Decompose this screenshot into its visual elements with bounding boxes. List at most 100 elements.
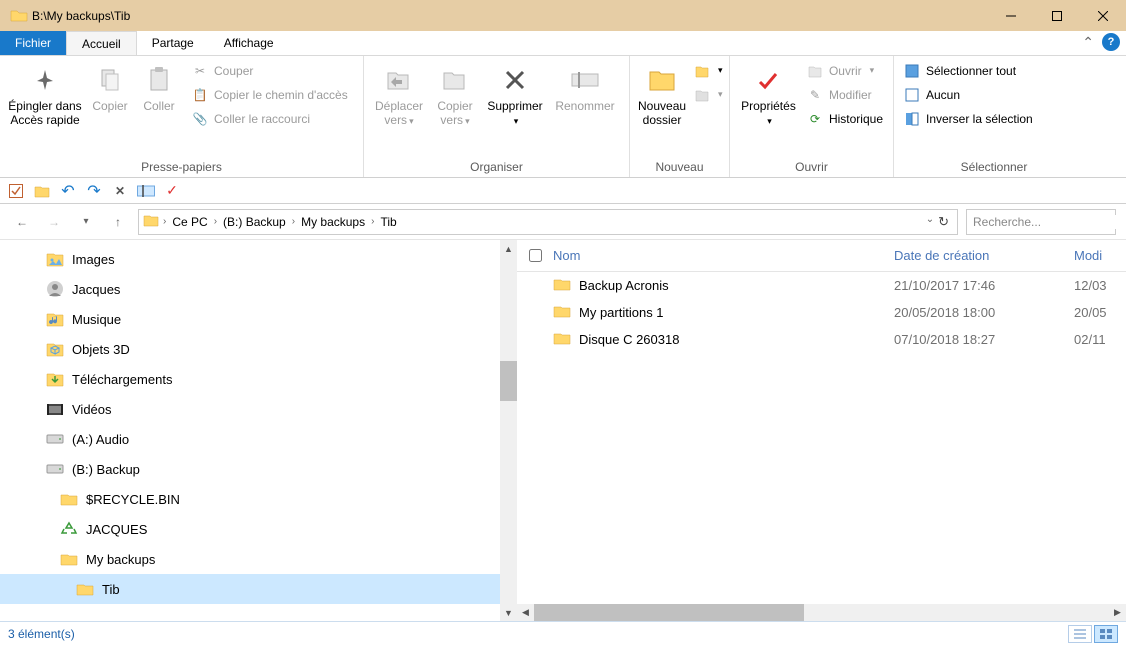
scroll-left-icon[interactable]: ◀ <box>517 604 534 621</box>
history-icon: ⟳ <box>807 111 823 127</box>
breadcrumb-item[interactable]: (B:) Backup <box>221 215 288 229</box>
file-row[interactable]: My partitions 120/05/2018 18:0020/05 <box>517 299 1126 326</box>
folder-icon[interactable] <box>32 181 52 201</box>
paste-shortcut-icon: 📎 <box>192 111 208 127</box>
breadcrumb-item[interactable]: My backups <box>299 215 367 229</box>
scroll-up-icon[interactable]: ▲ <box>500 240 517 257</box>
search-input[interactable] <box>973 215 1126 229</box>
column-name[interactable]: Nom <box>553 248 894 263</box>
vertical-scrollbar[interactable]: ▲ ▼ <box>500 240 517 621</box>
refresh-icon[interactable]: ↻ <box>938 214 949 230</box>
breadcrumb-item[interactable]: Tib <box>378 215 398 229</box>
redo-icon[interactable]: ↷ <box>84 181 104 201</box>
up-button[interactable]: ↑ <box>106 210 130 234</box>
tree-item[interactable]: (A:) Audio <box>0 424 517 454</box>
history-button[interactable]: ⟳Historique <box>803 107 887 130</box>
select-none-button[interactable]: Aucun <box>900 83 1037 106</box>
address-bar[interactable]: › Ce PC › (B:) Backup › My backups › Tib… <box>138 209 958 235</box>
tree-item[interactable]: Images <box>0 244 517 274</box>
delete-icon[interactable]: ✕ <box>110 181 130 201</box>
recent-dropdown[interactable]: ▾ <box>74 210 98 234</box>
paste-icon <box>147 66 171 94</box>
tab-affichage[interactable]: Affichage <box>209 31 289 55</box>
icons-view-button[interactable] <box>1094 625 1118 643</box>
tree-item[interactable]: JACQUES <box>0 514 517 544</box>
tree-item[interactable]: Tib <box>0 574 517 604</box>
delete-button[interactable]: Supprimer▾ <box>482 59 548 132</box>
undo-icon[interactable]: ↶ <box>58 181 78 201</box>
tree-item-label: Téléchargements <box>72 372 172 387</box>
paste-shortcut-button[interactable]: 📎Coller le raccourci <box>188 107 352 130</box>
scroll-down-icon[interactable]: ▼ <box>500 604 517 621</box>
search-box[interactable]: 🔍 <box>966 209 1116 235</box>
open-icon <box>807 63 823 79</box>
tree-item[interactable]: Jacques <box>0 274 517 304</box>
select-all-button[interactable]: Sélectionner tout <box>900 59 1037 82</box>
folder-icon <box>60 490 78 508</box>
chevron-right-icon[interactable]: › <box>214 216 217 227</box>
forward-button[interactable]: → <box>42 210 66 234</box>
edit-icon: ✎ <box>807 87 823 103</box>
tree-item[interactable]: My backups <box>0 544 517 574</box>
file-name: Backup Acronis <box>579 278 669 293</box>
tree-item-label: Objets 3D <box>72 342 130 357</box>
file-row[interactable]: Disque C 26031807/10/2018 18:2702/11 <box>517 326 1126 353</box>
ribbon-group-label: Sélectionner <box>900 158 1088 177</box>
breadcrumb-item[interactable]: Ce PC <box>170 215 209 229</box>
scroll-thumb[interactable] <box>500 361 517 401</box>
easy-access-icon <box>694 87 710 103</box>
copy-path-icon: 📋 <box>192 87 208 103</box>
tree-item[interactable]: Téléchargements <box>0 364 517 394</box>
tree-item[interactable]: Vidéos <box>0 394 517 424</box>
open-button[interactable]: Ouvrir▾ <box>803 59 887 82</box>
new-item-button[interactable]: ▾ <box>690 59 727 82</box>
select-none-icon <box>904 87 920 103</box>
tree-item[interactable]: (B:) Backup <box>0 454 517 484</box>
dropdown-icon[interactable]: ⌄ <box>926 214 934 230</box>
column-modified[interactable]: Modi <box>1074 248 1126 263</box>
chevron-right-icon[interactable]: › <box>292 216 295 227</box>
horizontal-scrollbar[interactable]: ◀ ▶ <box>517 604 1126 621</box>
chevron-right-icon[interactable]: › <box>163 216 166 227</box>
scroll-right-icon[interactable]: ▶ <box>1109 604 1126 621</box>
easy-access-button[interactable]: ▾ <box>690 83 727 106</box>
file-created: 07/10/2018 18:27 <box>894 332 1074 347</box>
new-folder-icon <box>648 68 676 92</box>
maximize-button[interactable] <box>1034 0 1080 31</box>
copy-to-button[interactable]: Copier vers▾ <box>430 59 480 132</box>
move-to-button[interactable]: Déplacer vers▾ <box>370 59 428 132</box>
checkbox-icon[interactable] <box>6 181 26 201</box>
tab-accueil[interactable]: Accueil <box>66 31 137 55</box>
details-view-button[interactable] <box>1068 625 1092 643</box>
back-button[interactable]: ← <box>10 210 34 234</box>
tab-fichier[interactable]: Fichier <box>0 31 66 55</box>
select-all-checkbox[interactable] <box>529 249 542 262</box>
invert-selection-button[interactable]: Inverser la sélection <box>900 107 1037 130</box>
tab-partage[interactable]: Partage <box>137 31 209 55</box>
tree-item[interactable]: $RECYCLE.BIN <box>0 484 517 514</box>
rename-button[interactable]: Renommer <box>550 59 620 117</box>
cut-button[interactable]: ✂Couper <box>188 59 352 82</box>
new-folder-button[interactable]: Nouveau dossier <box>636 59 688 131</box>
properties-button[interactable]: Propriétés▾ <box>736 59 801 132</box>
rename-icon[interactable] <box>136 181 156 201</box>
properties-icon[interactable]: ✓ <box>162 181 182 201</box>
scroll-thumb[interactable] <box>534 604 804 621</box>
column-created[interactable]: Date de création <box>894 248 1074 263</box>
paste-button[interactable]: Coller <box>136 59 182 117</box>
pin-icon <box>33 68 57 92</box>
minimize-button[interactable] <box>988 0 1034 31</box>
file-row[interactable]: Backup Acronis21/10/2017 17:4612/03 <box>517 272 1126 299</box>
copy-button[interactable]: Copier <box>86 59 134 117</box>
ribbon-collapse-icon[interactable]: ⌃ <box>1082 34 1094 51</box>
pin-quick-access-button[interactable]: Épingler dans Accès rapide <box>6 59 84 131</box>
help-icon[interactable]: ? <box>1102 33 1120 51</box>
edit-button[interactable]: ✎Modifier <box>803 83 887 106</box>
copy-path-button[interactable]: 📋Copier le chemin d'accès <box>188 83 352 106</box>
navigation-tree[interactable]: Images Jacques Musique Objets 3D Téléchargem… <box>0 240 517 621</box>
tree-item-label: Jacques <box>72 282 120 297</box>
chevron-right-icon[interactable]: › <box>371 216 374 227</box>
tree-item[interactable]: Musique <box>0 304 517 334</box>
close-button[interactable] <box>1080 0 1126 31</box>
tree-item[interactable]: Objets 3D <box>0 334 517 364</box>
